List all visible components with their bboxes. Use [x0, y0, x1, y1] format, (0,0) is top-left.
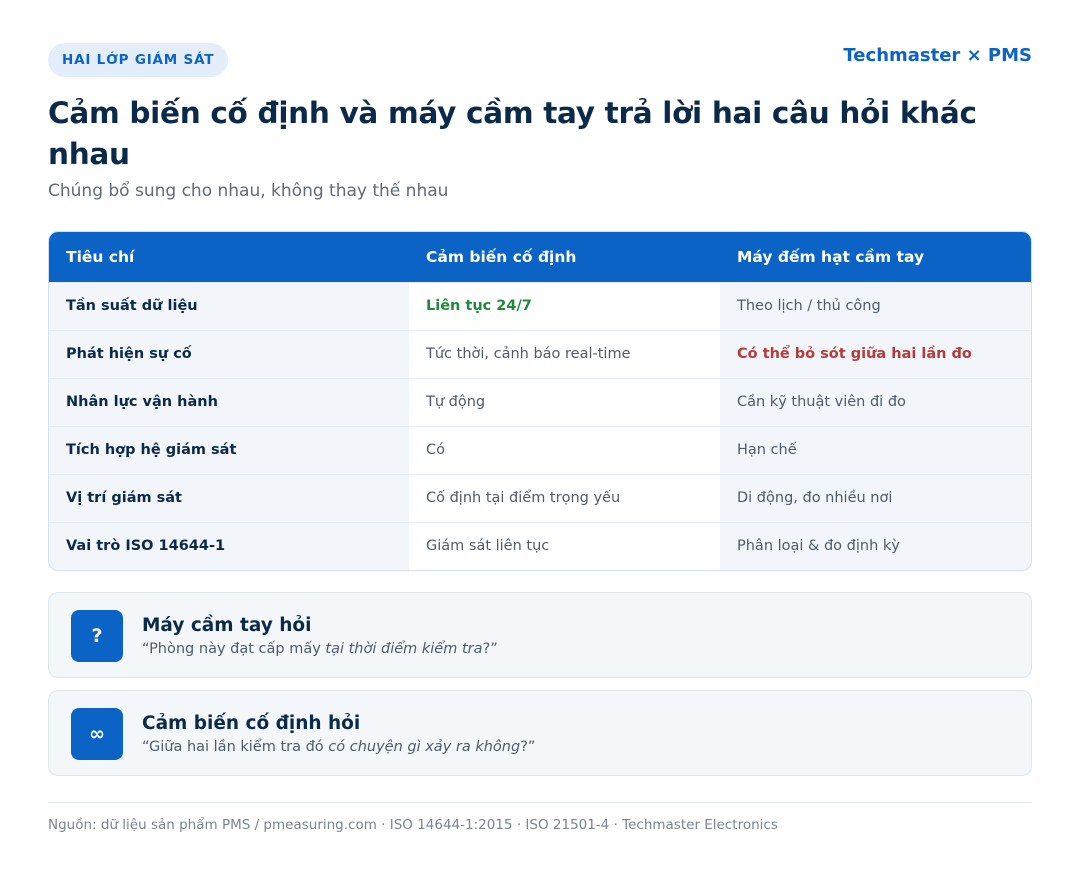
cell-criteria: Tần suất dữ liệu — [49, 281, 409, 330]
cell-handheld: Cần kỹ thuật viên đi đo — [720, 377, 1031, 426]
cell-handheld: Hạn chế — [720, 425, 1031, 474]
cell-fixed-sensor: Có — [409, 425, 720, 474]
brand-logo-text: Techmaster × PMS — [843, 45, 1032, 66]
cell-fixed-sensor: Tức thời, cảnh báo real-time — [409, 329, 720, 378]
cell-handheld: Theo lịch / thủ công — [720, 281, 1031, 330]
page-title: Cảm biến cố định và máy cầm tay trả lời … — [48, 96, 977, 171]
cell-criteria: Vị trí giám sát — [49, 473, 409, 522]
table-row: Phát hiện sự cố Tức thời, cảnh báo real-… — [49, 329, 1031, 378]
comparison-table: Tiêu chí Cảm biến cố định Máy đếm hạt cầ… — [48, 231, 1032, 571]
header-fixed-sensor: Cảm biến cố định — [409, 232, 720, 282]
card-quote: “Giữa hai lần kiểm tra đó có chuyện gì x… — [142, 739, 536, 755]
card-title: Cảm biến cố định hỏi — [142, 713, 361, 734]
cell-criteria: Vai trò ISO 14644-1 — [49, 521, 409, 570]
fixed-sensor-question-card: ∞ Cảm biến cố định hỏi “Giữa hai lần kiể… — [48, 690, 1032, 776]
cell-handheld: Di động, đo nhiều nơi — [720, 473, 1031, 522]
table-header-row: Tiêu chí Cảm biến cố định Máy đếm hạt cầ… — [49, 232, 1031, 282]
table-row: Tần suất dữ liệu Liên tục 24/7 Theo lịch… — [49, 281, 1031, 330]
table-row: Tích hợp hệ giám sát Có Hạn chế — [49, 425, 1031, 474]
header-criteria: Tiêu chí — [49, 232, 409, 282]
page-subtitle: Chúng bổ sung cho nhau, không thay thế n… — [48, 181, 449, 201]
cell-handheld: Có thể bỏ sót giữa hai lần đo — [720, 329, 1031, 378]
table-row: Vị trí giám sát Cố định tại điểm trọng y… — [49, 473, 1031, 522]
table-row: Vai trò ISO 14644-1 Giám sát liên tục Ph… — [49, 521, 1031, 570]
cell-criteria: Tích hợp hệ giám sát — [49, 425, 409, 474]
cell-handheld: Phân loại & đo định kỳ — [720, 521, 1031, 570]
cell-criteria: Phát hiện sự cố — [49, 329, 409, 378]
cell-fixed-sensor: Giám sát liên tục — [409, 521, 720, 570]
question-mark-icon: ? — [71, 610, 123, 662]
table-row: Nhân lực vận hành Tự động Cần kỹ thuật v… — [49, 377, 1031, 426]
handheld-question-card: ? Máy cầm tay hỏi “Phòng này đạt cấp mấy… — [48, 592, 1032, 678]
infinity-icon: ∞ — [71, 708, 123, 760]
cell-fixed-sensor: Cố định tại điểm trọng yếu — [409, 473, 720, 522]
cell-fixed-sensor: Tự động — [409, 377, 720, 426]
section-badge: HAI LỚP GIÁM SÁT — [48, 43, 229, 77]
card-quote: “Phòng này đạt cấp mấy tại thời điểm kiể… — [142, 641, 498, 657]
header-handheld-counter: Máy đếm hạt cầm tay — [720, 232, 1031, 282]
source-footer: Nguồn: dữ liệu sản phẩm PMS / pmeasuring… — [48, 817, 778, 833]
header-row: HAI LỚP GIÁM SÁT Techmaster × PMS — [48, 43, 1032, 77]
cell-fixed-sensor: Liên tục 24/7 — [409, 281, 720, 330]
cell-criteria: Nhân lực vận hành — [49, 377, 409, 426]
footer-divider — [48, 802, 1032, 803]
card-title: Máy cầm tay hỏi — [142, 615, 312, 636]
